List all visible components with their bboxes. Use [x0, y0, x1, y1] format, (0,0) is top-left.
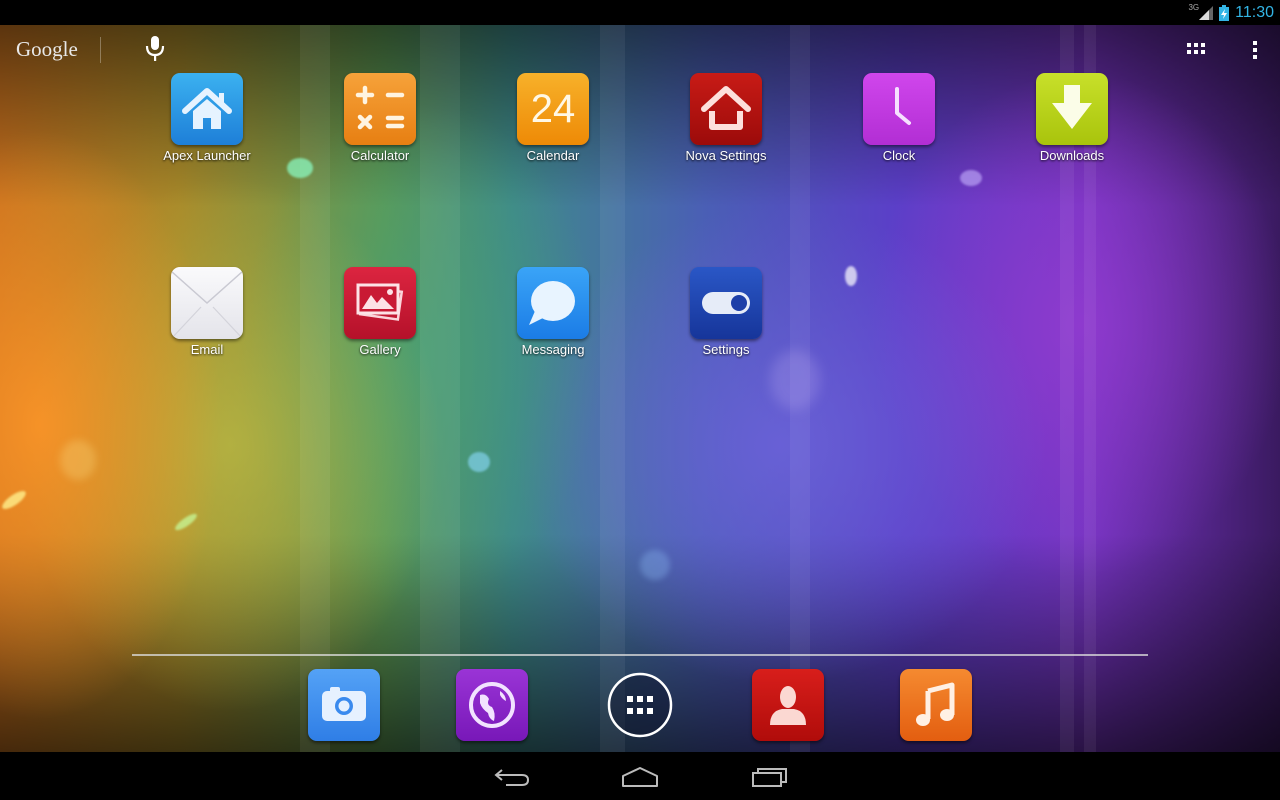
app-settings[interactable]: Settings — [656, 267, 796, 357]
music-note-icon — [900, 669, 972, 741]
wallpaper-sparkle — [960, 170, 982, 186]
calendar-icon: 24 — [517, 73, 589, 145]
wallpaper-sparkle — [640, 550, 670, 580]
status-bar: 3G 11:30 — [0, 0, 1280, 25]
clock-time: 11:30 — [1235, 3, 1274, 21]
app-label: Messaging — [521, 342, 585, 357]
dock-all-apps[interactable] — [607, 672, 673, 738]
app-messaging[interactable]: Messaging — [483, 267, 623, 357]
app-label: Clock — [882, 148, 916, 163]
globe-icon — [456, 669, 528, 741]
house-icon — [171, 73, 243, 145]
apps-grid-icon[interactable] — [1186, 42, 1206, 56]
google-search-button[interactable]: Google — [16, 37, 78, 62]
search-bar: Google — [0, 25, 1280, 73]
calendar-day-number: 24 — [530, 87, 576, 131]
app-apex-launcher[interactable]: Apex Launcher — [137, 73, 277, 163]
app-nova-settings[interactable]: Nova Settings — [656, 73, 796, 163]
clock-icon — [863, 73, 935, 145]
app-label: Calculator — [350, 148, 410, 163]
app-downloads[interactable]: Downloads — [1002, 73, 1142, 163]
app-label: Apex Launcher — [163, 148, 251, 163]
wallpaper-sparkle — [845, 266, 857, 286]
dock-browser[interactable] — [456, 669, 528, 741]
photos-icon — [344, 267, 416, 339]
app-clock[interactable]: Clock — [829, 73, 969, 163]
app-label: Nova Settings — [685, 148, 767, 163]
navigation-bar — [0, 752, 1280, 800]
house-outline-icon — [690, 73, 762, 145]
network-type-label: 3G — [1188, 3, 1200, 12]
toggle-switch-icon — [690, 267, 762, 339]
camera-icon — [308, 669, 380, 741]
person-icon — [752, 669, 824, 741]
app-gallery[interactable]: Gallery — [310, 267, 450, 357]
recent-apps-icon[interactable] — [750, 762, 790, 790]
dock-divider — [132, 654, 1148, 656]
dock-contacts[interactable] — [752, 669, 824, 741]
speech-bubble-icon — [517, 267, 589, 339]
envelope-icon — [171, 267, 243, 339]
microphone-icon[interactable] — [144, 35, 166, 63]
dock-camera[interactable] — [308, 669, 380, 741]
app-label: Calendar — [526, 148, 580, 163]
app-drawer-icon — [607, 672, 673, 738]
app-label: Downloads — [1039, 148, 1105, 163]
overflow-menu-icon[interactable] — [1250, 40, 1260, 60]
app-label: Settings — [702, 342, 750, 357]
calculator-icon — [344, 73, 416, 145]
app-label: Gallery — [359, 342, 401, 357]
app-label: Email — [190, 342, 224, 357]
app-calculator[interactable]: Calculator — [310, 73, 450, 163]
battery-charging-icon — [1219, 4, 1230, 21]
search-divider — [100, 37, 101, 63]
signal-bars-icon — [1199, 5, 1214, 20]
app-email[interactable]: Email — [137, 267, 277, 357]
back-arrow-icon[interactable] — [492, 762, 532, 790]
dock-music[interactable] — [900, 669, 972, 741]
home-icon[interactable] — [620, 762, 660, 790]
wallpaper-sparkle — [468, 452, 490, 472]
app-calendar[interactable]: 24 Calendar — [483, 73, 623, 163]
wallpaper-sparkle — [770, 350, 820, 410]
wallpaper-sparkle — [60, 440, 96, 480]
download-arrow-icon — [1036, 73, 1108, 145]
